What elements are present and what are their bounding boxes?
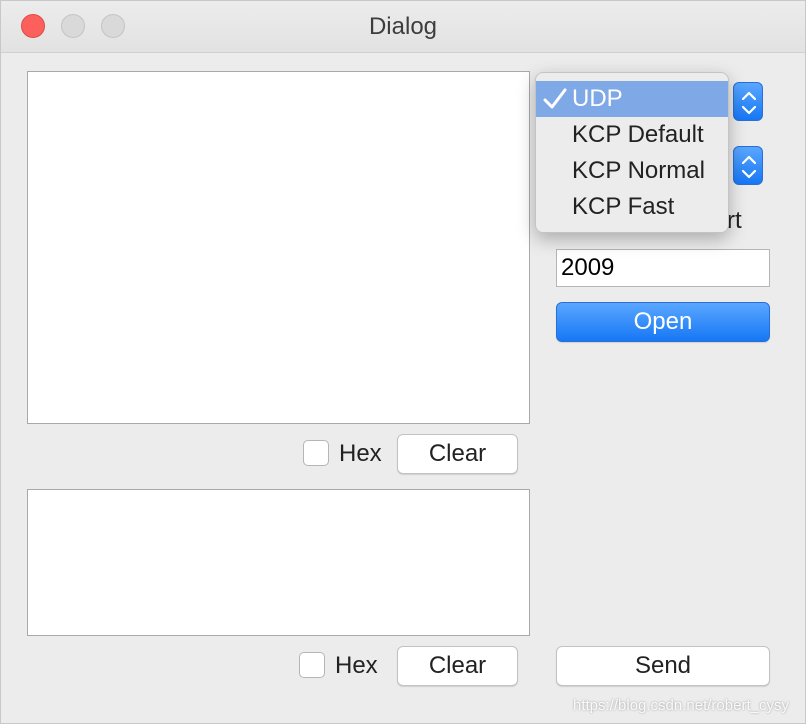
- send-hex-label: Hex: [335, 652, 378, 679]
- menu-item-label: KCP Fast: [572, 193, 675, 220]
- menu-item-kcp-normal[interactable]: KCP Normal: [536, 153, 728, 189]
- window-title: Dialog: [368, 13, 438, 40]
- dialog-window: Dialog Hex Clear Hex Clear Send rt 2009 …: [0, 0, 806, 724]
- send-button[interactable]: Send: [556, 646, 770, 686]
- menu-item-label: KCP Default: [572, 121, 704, 148]
- menu-item-kcp-default[interactable]: KCP Default: [536, 117, 728, 153]
- receive-hex-label: Hex: [339, 440, 382, 467]
- protocol-combo-stepper[interactable]: [733, 82, 763, 121]
- send-textarea[interactable]: [27, 489, 530, 636]
- send-hex-checkbox[interactable]: [299, 652, 325, 678]
- chevron-updown-icon: [741, 91, 757, 115]
- receive-textarea[interactable]: [27, 71, 530, 424]
- port-label: rt: [727, 207, 742, 234]
- protocol-dropdown-menu: UDP KCP Default KCP Normal KCP Fast: [535, 72, 729, 233]
- receive-clear-button[interactable]: Clear: [397, 434, 518, 474]
- port-input[interactable]: 2009: [556, 249, 770, 287]
- receive-hex-checkbox[interactable]: [303, 440, 329, 466]
- watermark-text: https://blog.csdn.net/robert_cysy: [573, 697, 789, 714]
- chevron-updown-icon: [741, 155, 757, 179]
- menu-item-label: KCP Normal: [572, 157, 705, 184]
- title-bar: Dialog: [1, 1, 805, 53]
- open-button[interactable]: Open: [556, 302, 770, 342]
- checkmark-icon: [543, 88, 567, 109]
- menu-item-udp[interactable]: UDP: [536, 81, 728, 117]
- mode-combo-stepper[interactable]: [733, 146, 763, 185]
- menu-item-label: UDP: [572, 85, 623, 112]
- send-clear-button[interactable]: Clear: [397, 646, 518, 686]
- menu-item-kcp-fast[interactable]: KCP Fast: [536, 189, 728, 225]
